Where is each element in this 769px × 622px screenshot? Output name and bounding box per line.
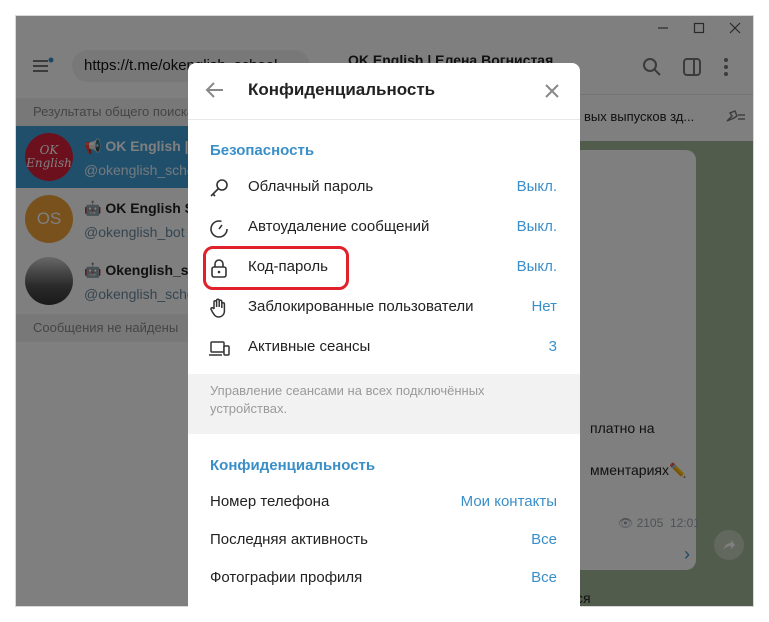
row-value: Все [531, 569, 557, 586]
hand-icon [210, 298, 226, 318]
active-sessions-row[interactable]: Активные сеансы 3 [188, 327, 580, 367]
cloud-password-row[interactable]: Облачный пароль Выкл. [188, 167, 580, 207]
back-button[interactable] [205, 81, 225, 104]
passcode-highlight [203, 246, 349, 290]
security-section-title: Безопасность [210, 142, 315, 159]
row-label: Последняя активность [210, 531, 368, 548]
row-value: Нет [531, 298, 557, 315]
profile-photos-row[interactable]: Фотографии профиля Все [188, 558, 580, 598]
close-icon [545, 84, 559, 98]
blocked-users-row[interactable]: Заблокированные пользователи Нет [188, 287, 580, 327]
row-label: Облачный пароль [248, 178, 374, 195]
row-value: 3 [548, 338, 557, 355]
row-label: Активные сеансы [248, 338, 371, 355]
privacy-section-title: Конфиденциальность [210, 457, 376, 474]
row-label: Заблокированные пользователи [248, 298, 474, 315]
close-modal-button[interactable] [544, 83, 560, 104]
key-icon [210, 179, 228, 197]
row-label: Автоудаление сообщений [248, 218, 430, 235]
modal-title: Конфиденциальность [248, 80, 436, 99]
row-value: Мои контакты [460, 493, 557, 510]
modal-header: Конфиденциальность [188, 63, 580, 120]
timer-icon [210, 220, 228, 238]
row-value: Выкл. [516, 218, 557, 235]
row-label: Фотографии профиля [210, 569, 363, 586]
row-value: Выкл. [516, 178, 557, 195]
row-label: Номер телефона [210, 493, 330, 510]
arrow-left-icon [205, 82, 223, 98]
auto-delete-row[interactable]: Автоудаление сообщений Выкл. [188, 207, 580, 247]
privacy-modal: Конфиденциальность Безопасность Облачный… [188, 63, 580, 608]
phone-number-row[interactable]: Номер телефона Мои контакты [188, 482, 580, 522]
last-seen-row[interactable]: Последняя активность Все [188, 520, 580, 560]
devices-icon [209, 341, 230, 356]
row-value: Все [531, 531, 557, 548]
row-value: Выкл. [516, 258, 557, 275]
sessions-note: Управление сеансами на всех подключённых… [188, 374, 580, 434]
